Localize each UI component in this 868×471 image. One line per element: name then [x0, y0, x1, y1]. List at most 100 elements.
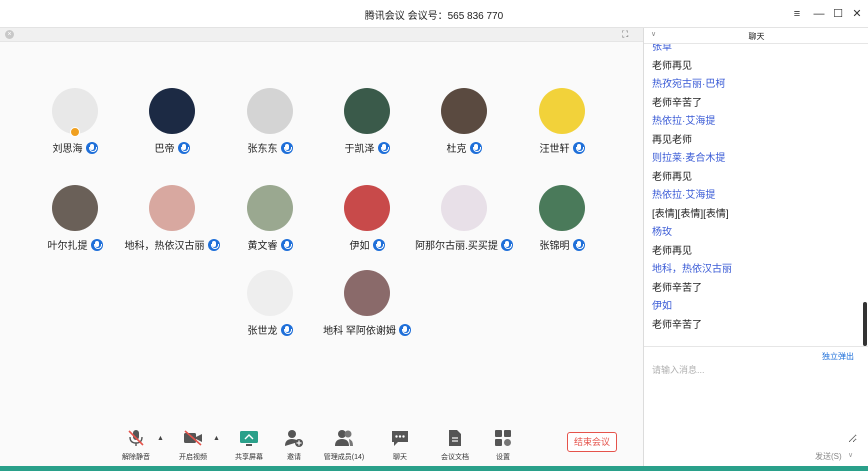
mic-status-icon [377, 141, 390, 154]
chat-message-text: 老师再见 [652, 245, 692, 257]
document-icon [445, 429, 465, 447]
mic-status-icon [90, 238, 103, 251]
add-user-icon [284, 429, 304, 447]
avatar [52, 88, 98, 137]
avatar [441, 185, 487, 231]
settings-button[interactable]: 设置 [473, 429, 533, 462]
mic-status-icon [280, 323, 293, 336]
close-icon[interactable]: ✕ [848, 5, 866, 23]
host-badge-icon [70, 127, 80, 137]
mic-status-icon [280, 238, 293, 251]
chat-sender[interactable]: 热依拉·艾海提 [652, 186, 715, 201]
stage-header: × ⛶ [0, 28, 643, 42]
chat-label: 聊天 [393, 454, 407, 461]
chat-message-text: 老师辛苦了 [652, 97, 702, 109]
participant-tile[interactable]: 张锦明 [502, 185, 622, 252]
chat-message-list[interactable]: 张草 老师再见 热孜宛古丽·巴柯 老师辛苦了 热依拉·艾海提 再见老师 则拉莱·麦合木提 老师… [644, 44, 863, 349]
chat-title: 聊天 [748, 32, 765, 41]
participant-name: 张东东 [247, 144, 278, 155]
chat-scrollbar[interactable] [863, 302, 867, 346]
avatar [539, 185, 585, 231]
dismiss-icon[interactable]: × [5, 30, 14, 39]
chat-sender[interactable]: 热孜宛古丽·巴柯 [652, 75, 725, 90]
avatar [247, 270, 293, 316]
participant-name-row: 汪世轩 [502, 140, 622, 155]
mic-off-icon [126, 429, 146, 447]
members-icon [334, 429, 354, 447]
chat-sender[interactable]: 地科，热依汉古丽 [652, 260, 732, 275]
avatar [344, 185, 390, 231]
avatar [344, 270, 390, 316]
meeting-toolbar: 解除静音 ▲ 开启视频 ▲ 共享屏幕 邀请 管理成员(14) 聊天 会议文档 设… [0, 421, 643, 471]
participant-name: 汪世轩 [539, 144, 570, 155]
mic-status-icon [372, 238, 385, 251]
end-meeting-button[interactable]: 结束会议 [567, 432, 617, 452]
chat-sender[interactable]: 伊如 [652, 297, 672, 312]
chat-input[interactable] [652, 363, 857, 443]
mic-status-icon [280, 141, 293, 154]
mic-status-icon [572, 238, 585, 251]
participant-name: 杜克 [446, 144, 467, 155]
mic-status-icon [85, 141, 98, 154]
manage-members-button[interactable]: 管理成员(14) [314, 429, 374, 462]
title-bar: 腾讯会议 会议号：565 836 770 ≡ — ☐ ✕ [0, 0, 868, 28]
participant-name: 黄文睿 [247, 241, 278, 252]
send-button[interactable]: 发送(S) [815, 451, 842, 462]
mic-status-icon [572, 141, 585, 154]
chat-message-text: 老师再见 [652, 60, 692, 72]
mic-status-icon [398, 323, 411, 336]
menu-icon[interactable]: ≡ [788, 5, 806, 23]
share-screen-icon [239, 429, 259, 447]
participant-name: 叶尔扎提 [47, 241, 88, 252]
settings-label: 设置 [496, 454, 510, 461]
participant-name: 张世龙 [247, 326, 278, 337]
participant-name: 地科，热依汉古丽 [124, 241, 205, 252]
avatar [441, 88, 487, 134]
chat-message-text: 老师再见 [652, 171, 692, 183]
unmute-button[interactable]: 解除静音 [106, 429, 166, 462]
chat-icon [390, 429, 410, 447]
window-bottom-edge [0, 466, 868, 471]
chat-message-text: 老师辛苦了 [652, 282, 702, 294]
participant-name: 于凯泽 [344, 144, 375, 155]
avatar [149, 185, 195, 231]
chat-header: ∨ 聊天 [644, 28, 868, 44]
chat-sender[interactable]: 则拉莱·麦合木提 [652, 149, 725, 164]
avatar [247, 88, 293, 134]
participant-name: 伊如 [349, 241, 370, 252]
participant-tile[interactable]: 地科 罕阿依谢姆 [307, 270, 427, 337]
participant-name: 地科 罕阿依谢姆 [323, 326, 396, 337]
avatar [52, 185, 98, 231]
chat-sender[interactable]: 热依拉·艾海提 [652, 112, 715, 127]
participant-name-row: 张锦明 [502, 237, 622, 252]
unmute-label: 解除静音 [122, 454, 150, 461]
chat-sender[interactable]: 张草 [652, 44, 672, 53]
avatar [149, 88, 195, 134]
mic-status-icon [177, 141, 190, 154]
send-options-icon[interactable]: ∨ [848, 451, 853, 459]
participant-name: 张锦明 [539, 241, 570, 252]
avatar [539, 88, 585, 134]
minimize-icon[interactable]: — [810, 5, 828, 23]
participant-name: 刘思海 [52, 144, 83, 155]
chat-compose: 发送(S) ∨ [644, 346, 868, 471]
start-video-label: 开启视频 [179, 454, 207, 461]
participant-name: 阿那尔古丽.买买提 [415, 241, 498, 252]
maximize-icon[interactable]: ☐ [829, 5, 847, 23]
chat-message-text: 老师辛苦了 [652, 319, 702, 331]
chat-message-text: 再见老师 [652, 134, 692, 146]
chat-button[interactable]: 聊天 [370, 429, 430, 462]
settings-grid-icon [493, 429, 513, 447]
chat-sender[interactable]: 杨玫 [652, 223, 672, 238]
fullscreen-icon[interactable]: ⛶ [622, 29, 632, 39]
mic-status-icon [469, 141, 482, 154]
avatar [344, 88, 390, 134]
participant-name: 巴帝 [154, 144, 175, 155]
start-video-button[interactable]: 开启视频 [163, 429, 223, 462]
popout-button[interactable]: 独立弹出 [822, 351, 854, 362]
window-title: 腾讯会议 会议号：565 836 770 [364, 11, 504, 22]
participant-name-row: 地科 罕阿依谢姆 [307, 322, 427, 337]
manage-members-label: 管理成员(14) [323, 454, 365, 461]
participant-tile[interactable]: 汪世轩 [502, 88, 622, 155]
camera-off-icon [183, 429, 203, 447]
